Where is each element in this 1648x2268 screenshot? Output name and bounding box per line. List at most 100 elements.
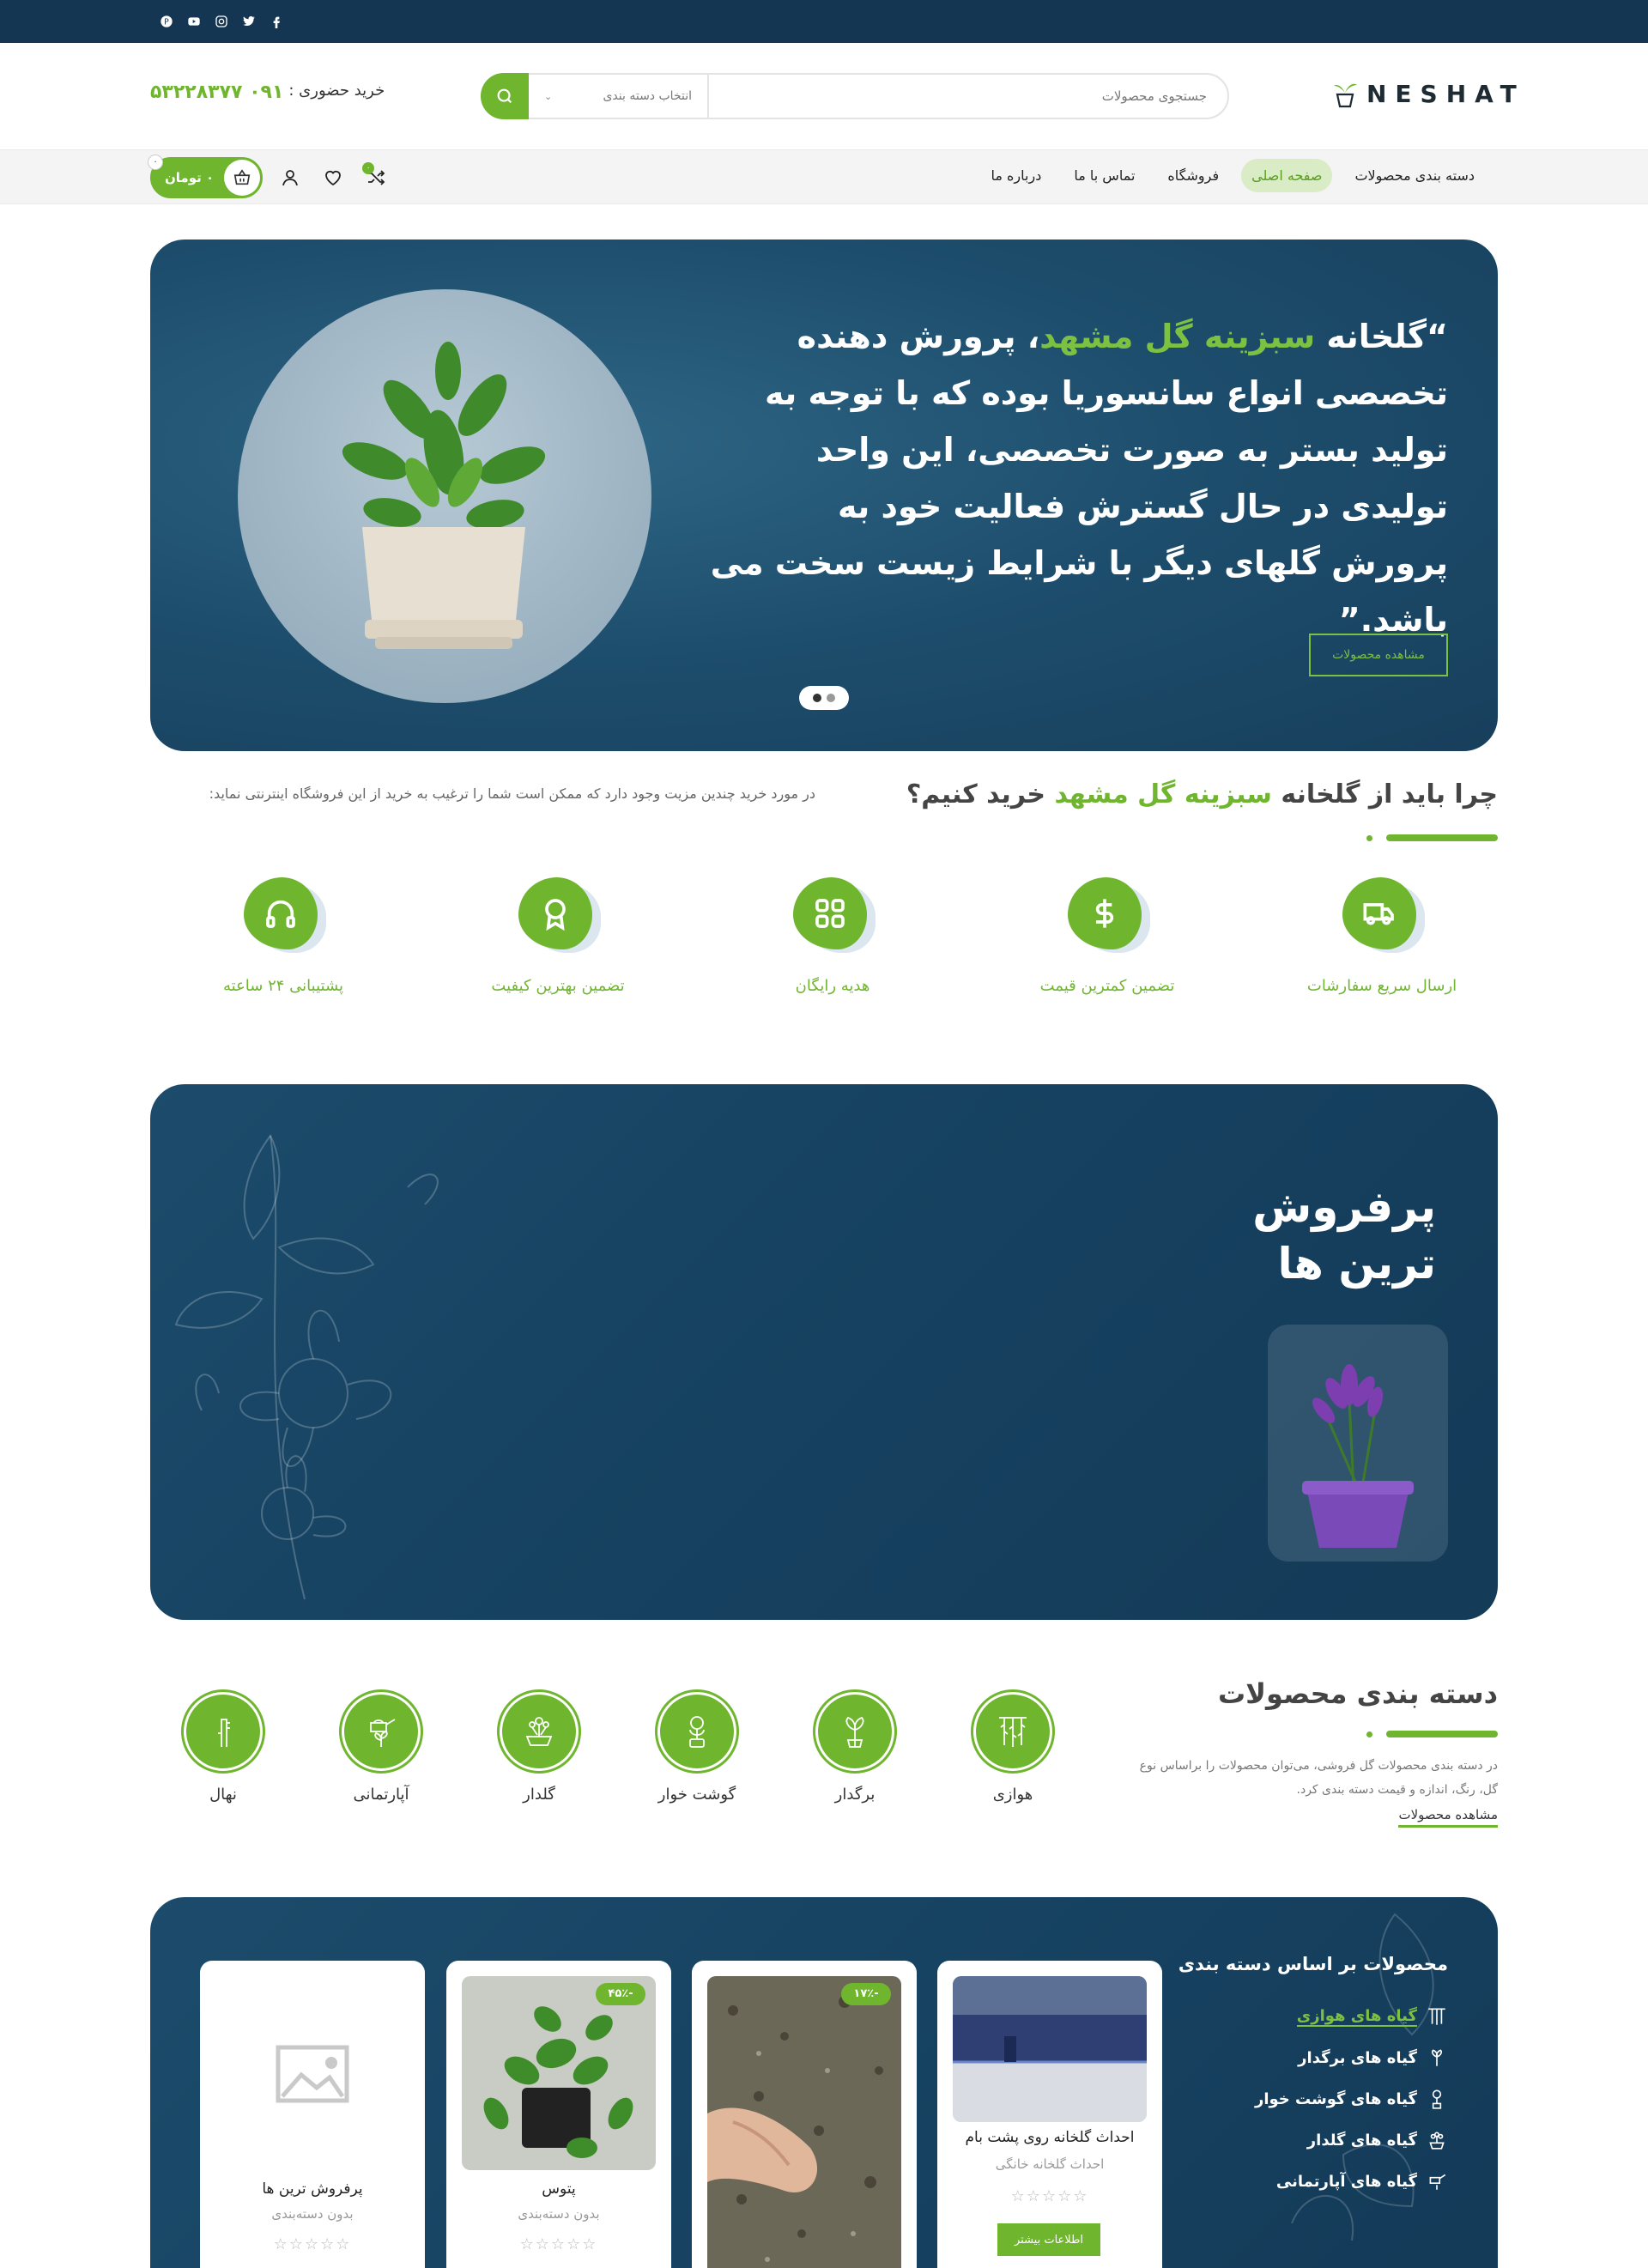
leaf-plant-icon (818, 1695, 892, 1768)
product-category[interactable]: بدون دسته‌بندی (200, 2206, 425, 2222)
product-image[interactable] (953, 1976, 1147, 2122)
hero-plant-image (238, 289, 651, 703)
product-card[interactable]: -۱۷٪ (692, 1961, 917, 2268)
facebook-icon[interactable] (267, 12, 286, 31)
product-category[interactable]: بدون دسته‌بندی (446, 2206, 671, 2222)
feature-item: تضمین کمترین قیمت (1021, 876, 1193, 1004)
youtube-icon[interactable] (185, 12, 203, 31)
category-list: هوازی برگدار گوشت خوار گلدار آپارتمانی ن… (172, 1689, 1064, 1804)
tab-carnivorous-plants[interactable]: گیاه های گوشت خوار (1255, 2088, 1448, 2110)
slider-dot[interactable] (827, 694, 835, 702)
nav-item-shop[interactable]: فروشگاه (1157, 159, 1229, 192)
category-item-airy[interactable]: هوازی (961, 1689, 1064, 1804)
category-item-sapling[interactable]: نهال (172, 1689, 275, 1804)
nav-item-contact[interactable]: تماس با ما (1063, 159, 1145, 192)
tab-label: گیاه های گلدار (1306, 2131, 1417, 2150)
social-links: P (157, 12, 286, 31)
phone-label: خرید حضوری : (288, 82, 385, 100)
site-header: NESHAT انتخاب دسته بندی ⌄ خرید حضوری : ۰… (0, 43, 1648, 149)
hero-quote-open: “گلخانه (1315, 318, 1448, 355)
hero-quote: “گلخانه سبزینه گل مشهد، پرورش دهنده تخصص… (710, 308, 1448, 648)
twitter-icon[interactable] (239, 12, 258, 31)
tab-apartment-plants[interactable]: گیاه های آپارتمانی (1255, 2170, 1448, 2192)
product-image[interactable]: -۱۷٪ (707, 1976, 901, 2268)
instagram-icon[interactable] (212, 12, 231, 31)
compare-button[interactable]: ۰ (360, 162, 391, 193)
truck-icon (1342, 877, 1416, 949)
category-item-carnivorous[interactable]: گوشت خوار (645, 1689, 748, 1804)
product-card[interactable]: -۴۵٪ پتوس بدون دسته‌بندی ☆☆☆☆☆ (446, 1961, 671, 2268)
plant-logo-icon (1334, 83, 1357, 108)
discount-badge: -۴۵٪ (596, 1983, 645, 2005)
nav-item-home[interactable]: صفحه اصلی (1241, 159, 1333, 192)
product-name[interactable]: پتوس (446, 2180, 671, 2198)
why-us-title: چرا باید از گلخانه سبزینه گل مشهد خرید ک… (906, 779, 1498, 810)
category-select[interactable]: انتخاب دسته بندی ⌄ (529, 75, 709, 118)
account-button[interactable] (275, 162, 306, 193)
watering-can-icon (344, 1695, 418, 1768)
tab-label: گیاه های گوشت خوار (1254, 2089, 1417, 2108)
main-nav: دسته بندی محصولات صفحه اصلی فروشگاه تماس… (0, 149, 1648, 204)
nav-item-categories[interactable]: دسته بندی محصولات (1344, 159, 1485, 192)
header-actions: ۰ ۰ تومان ۰ (148, 155, 391, 198)
why-title-part1: چرا باید از گلخانه (1271, 779, 1498, 810)
search-input[interactable] (709, 75, 1227, 118)
product-name[interactable]: پرفروش ترین ها (200, 2180, 425, 2198)
hanging-plant-icon (1428, 2008, 1445, 2025)
categories-title-underline (1360, 1731, 1498, 1737)
feature-label: تضمین کمترین قیمت (1039, 977, 1175, 995)
category-select-label: انتخاب دسته بندی (603, 89, 692, 103)
bestsellers-title-line1: پرفروش (1252, 1182, 1436, 1232)
tab-leafy-plants[interactable]: گیاه های برگدار (1255, 2047, 1448, 2069)
basket-icon (224, 160, 261, 196)
feature-label: هدیه رایگان (795, 977, 870, 995)
top-social-bar: P (0, 0, 1648, 43)
product-image[interactable]: -۴۵٪ (462, 1976, 656, 2170)
dollar-icon (1068, 877, 1142, 949)
nav-item-about[interactable]: درباره ما (981, 159, 1052, 192)
discount-badge: -۱۷٪ (841, 1983, 891, 2005)
logo-text: NESHAT (1366, 79, 1525, 108)
rating-stars: ☆☆☆☆☆ (273, 2235, 352, 2253)
category-label: برگدار (834, 1786, 876, 1804)
search-button[interactable] (481, 73, 529, 119)
more-info-button[interactable]: اطلاعات بیشتر (997, 2223, 1100, 2256)
category-item-leafy[interactable]: برگدار (803, 1689, 906, 1804)
tab-airy-plants[interactable]: گیاه های هوازی (1255, 2005, 1448, 2028)
products-by-category: محصولات بر اساس دسته بندی گیاه های هوازی… (150, 1897, 1498, 2268)
tab-flowering-plants[interactable]: گیاه های گلدار (1255, 2129, 1448, 2151)
slider-dots (799, 686, 849, 710)
products-side-title: محصولات بر اساس دسته بندی (1178, 1954, 1448, 1974)
phone-number: ۰۹۱ ۵۳۲۲۸۳۷۷ (150, 82, 284, 103)
category-item-flowering[interactable]: گلدار (488, 1689, 591, 1804)
product-name[interactable]: احداث گلخانه روی پشت بام (937, 2129, 1162, 2146)
product-card[interactable]: پرفروش ترین ها بدون دسته‌بندی ☆☆☆☆☆ (200, 1961, 425, 2268)
slider-dot-active[interactable] (813, 694, 821, 702)
view-products-button[interactable]: مشاهده محصولات (1309, 634, 1448, 676)
bestseller-product-image[interactable] (1268, 1325, 1448, 1562)
category-tabs: گیاه های هوازی گیاه های برگدار گیاه های … (1255, 2005, 1448, 2192)
bestsellers-title: پرفروش ترین ها (1252, 1179, 1436, 1292)
cart-button[interactable]: ۰ ۰ تومان (148, 155, 264, 198)
cart-count: ۰ (148, 155, 163, 170)
pinterest-icon[interactable]: P (157, 12, 176, 31)
wishlist-button[interactable] (318, 162, 348, 193)
category-item-apartment[interactable]: آپارتمانی (330, 1689, 433, 1804)
feature-label: پشتیبانی ۲۴ ساعته (222, 977, 344, 995)
watering-can-icon (1429, 2174, 1446, 2190)
store-phone[interactable]: خرید حضوری : ۰۹۱ ۵۳۲۲۸۳۷۷ (150, 82, 385, 103)
why-title-underline (1360, 834, 1498, 841)
tab-label: گیاه های هوازی (1296, 2006, 1417, 2027)
flower-pot-icon (1429, 2132, 1445, 2150)
category-label: هوازی (992, 1786, 1033, 1804)
feature-item: هدیه رایگان (747, 876, 918, 1004)
categories-description: در دسته بندی محصولات گل فروشی، می‌توان م… (1139, 1759, 1498, 1797)
categories-view-link[interactable]: مشاهده محصولات (1398, 1807, 1498, 1828)
product-category[interactable]: احداث گلخانه خانگی (937, 2156, 1162, 2172)
product-image-placeholder[interactable] (215, 1976, 409, 2170)
cart-total: ۰ تومان (165, 170, 215, 185)
product-card[interactable]: احداث گلخانه روی پشت بام احداث گلخانه خا… (937, 1961, 1162, 2268)
tab-label: گیاه های آپارتمانی (1275, 2172, 1417, 2191)
leaf-plant-icon (1432, 2049, 1442, 2066)
site-logo[interactable]: NESHAT (1332, 79, 1525, 108)
